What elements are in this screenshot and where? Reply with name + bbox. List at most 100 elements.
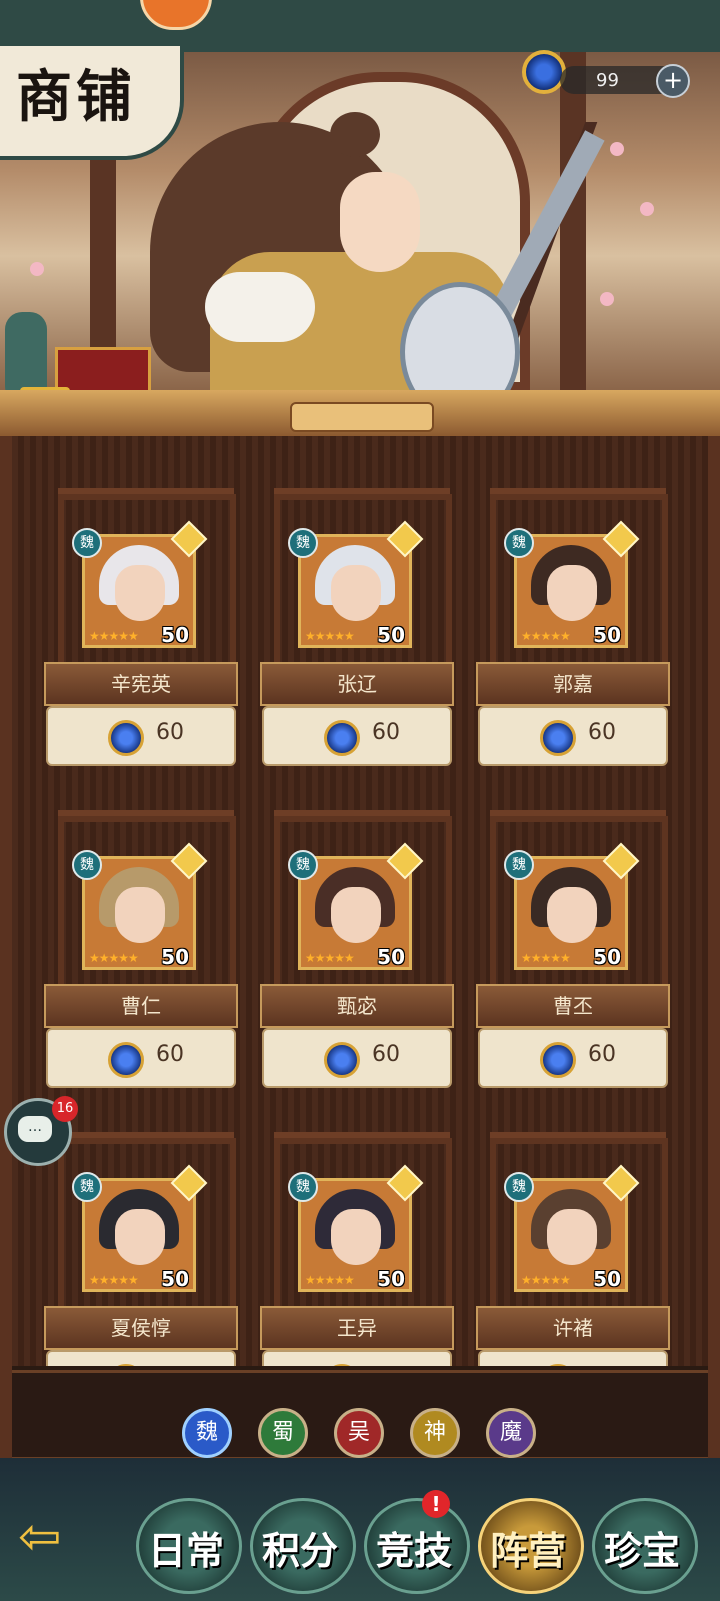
hero-face	[547, 1209, 597, 1265]
hero-name: 许褚	[476, 1306, 670, 1350]
blossom	[610, 142, 624, 156]
right-frame-post	[708, 436, 720, 1466]
star-rating: ★★★★★	[89, 629, 139, 643]
character-bun	[330, 112, 380, 157]
hero-face	[547, 565, 597, 621]
currency-amount: 99	[596, 70, 619, 91]
hero-price: 60	[372, 1042, 400, 1067]
faction-badge: 魏	[288, 850, 318, 880]
character-face	[340, 172, 420, 272]
chat-unread-badge: 16	[52, 1096, 78, 1122]
treasure-chest	[55, 347, 151, 392]
hero-price: 60	[372, 720, 400, 745]
hero-face	[331, 887, 381, 943]
tab-points-label: 积分	[261, 1528, 338, 1573]
price-plate[interactable]: 60	[46, 706, 236, 766]
star-rating: ★★★★★	[305, 1273, 355, 1287]
hero-face	[331, 1209, 381, 1265]
left-frame-post	[0, 436, 12, 1466]
faction-filter-mo[interactable]: 魔	[486, 1408, 536, 1458]
star-rating: ★★★★★	[521, 629, 571, 643]
hero-card[interactable]: ★★★★★ 50 魏 辛宪英 60	[44, 466, 244, 766]
star-rating: ★★★★★	[305, 629, 355, 643]
gem-icon	[540, 1364, 576, 1366]
hero-level: 50	[377, 1267, 405, 1291]
tab-faction-label: 阵营	[489, 1528, 566, 1573]
hero-card[interactable]: ★★★★★ 50 魏 甄宓 60	[260, 788, 460, 1088]
hero-name: 辛宪英	[44, 662, 238, 706]
price-plate[interactable]	[46, 1350, 236, 1366]
price-plate[interactable]	[262, 1350, 452, 1366]
chat-bubble-icon[interactable]: …	[18, 1116, 52, 1142]
star-rating: ★★★★★	[521, 951, 571, 965]
price-plate[interactable]: 60	[478, 706, 668, 766]
faction-badge: 魏	[72, 528, 102, 558]
hero-name: 夏侯惇	[44, 1306, 238, 1350]
faction-badge: 魏	[288, 1172, 318, 1202]
star-rating: ★★★★★	[305, 951, 355, 965]
faction-badge: 魏	[504, 528, 534, 558]
faction-badge: 魏	[504, 850, 534, 880]
currency-gem-icon	[522, 50, 566, 94]
hero-card[interactable]: ★★★★★ 50 魏 张辽 60	[260, 466, 460, 766]
star-rating: ★★★★★	[89, 1273, 139, 1287]
hero-level: 50	[161, 1267, 189, 1291]
hero-name: 郭嘉	[476, 662, 670, 706]
price-plate[interactable]: 60	[262, 1028, 452, 1088]
hero-face	[547, 887, 597, 943]
hero-level: 50	[593, 1267, 621, 1291]
hero-price: 60	[588, 720, 616, 745]
character-fur	[205, 272, 315, 342]
hero-level: 50	[377, 945, 405, 969]
hero-level: 50	[161, 945, 189, 969]
top-status-strip	[0, 0, 720, 52]
faction-filter-shen[interactable]: 神	[410, 1408, 460, 1458]
gem-icon	[324, 1364, 360, 1366]
faction-filter-wei[interactable]: 魏	[182, 1408, 232, 1458]
price-plate[interactable]: 60	[262, 706, 452, 766]
hero-price: 60	[156, 1042, 184, 1067]
faction-badge: 魏	[72, 1172, 102, 1202]
hero-card[interactable]: ★★★★★ 50 魏 许褚	[476, 1110, 676, 1366]
faction-filter-wu[interactable]: 吴	[334, 1408, 384, 1458]
price-plate[interactable]: 60	[478, 1028, 668, 1088]
hero-card[interactable]: ★★★★★ 50 魏 郭嘉 60	[476, 466, 676, 766]
hero-level: 50	[593, 945, 621, 969]
arena-alert-badge: !	[422, 1490, 450, 1518]
frame-ornament	[290, 402, 434, 432]
tab-daily-label: 日常	[147, 1528, 224, 1573]
hero-card[interactable]: ★★★★★ 50 魏 曹丕 60	[476, 788, 676, 1088]
hero-shop-grid: ★★★★★ 50 魏 辛宪英 60 ★★★★★ 50 魏 张辽 60 ★★★★★…	[12, 436, 708, 1366]
blossom	[640, 202, 654, 216]
hero-face	[115, 565, 165, 621]
hero-card[interactable]: ★★★★★ 50 魏 曹仁 60	[44, 788, 244, 1088]
hero-card[interactable]: ★★★★★ 50 魏 夏侯惇	[44, 1110, 244, 1366]
star-rating: ★★★★★	[89, 951, 139, 965]
faction-badge: 魏	[288, 528, 318, 558]
gem-icon	[324, 720, 360, 756]
gem-icon	[108, 1364, 144, 1366]
hero-name: 曹丕	[476, 984, 670, 1028]
tab-arena-label: 竞技	[375, 1528, 452, 1573]
page-title: 商铺	[16, 64, 136, 130]
blossom	[30, 262, 44, 276]
faction-badge: 魏	[504, 1172, 534, 1202]
add-currency-button[interactable]: +	[656, 64, 690, 98]
gem-icon	[540, 720, 576, 756]
back-arrow-button[interactable]: ⇦	[18, 1511, 112, 1563]
hero-face	[115, 887, 165, 943]
faction-filter-shu[interactable]: 蜀	[258, 1408, 308, 1458]
gem-icon	[540, 1042, 576, 1078]
hero-price: 60	[156, 720, 184, 745]
hero-name: 甄宓	[260, 984, 454, 1028]
hero-face	[115, 1209, 165, 1265]
hero-name: 王异	[260, 1306, 454, 1350]
vase	[5, 312, 47, 392]
hero-card[interactable]: ★★★★★ 50 魏 王异	[260, 1110, 460, 1366]
star-rating: ★★★★★	[521, 1273, 571, 1287]
price-plate[interactable]: 60	[46, 1028, 236, 1088]
gem-icon	[108, 720, 144, 756]
price-plate[interactable]	[478, 1350, 668, 1366]
tab-treasure-label: 珍宝	[603, 1528, 680, 1573]
gem-icon	[108, 1042, 144, 1078]
